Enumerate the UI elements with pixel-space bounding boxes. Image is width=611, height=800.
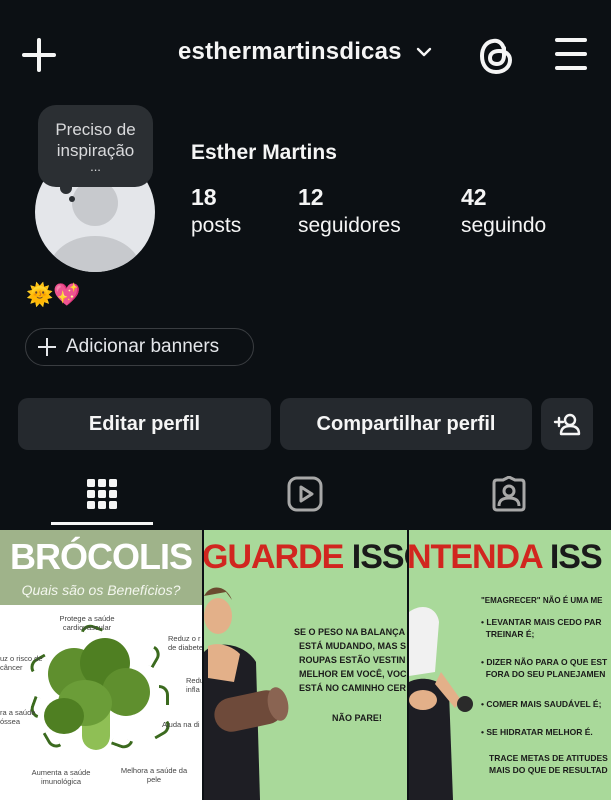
post-subtitle: Quais são os Benefícios? — [21, 582, 181, 598]
arrow-icon — [159, 685, 169, 705]
post-thumbnail-entenda-isso[interactable]: NTENDA ISS "EMAGRECER" NÃO É UMA ME • LE… — [409, 530, 611, 800]
add-banners-button[interactable]: Adicionar banners — [25, 328, 254, 366]
post-thumbnail-brocolis[interactable]: BRÓCOLIS Quais são os Benefícios? Proteg… — [0, 530, 202, 800]
stat-posts-label: posts — [191, 214, 242, 237]
tab-posts-grid[interactable] — [51, 462, 153, 526]
benefit-label: Ajuda na di — [162, 720, 200, 729]
stat-following-label: seguindo — [461, 214, 547, 237]
grid-icon — [87, 479, 117, 509]
stat-followers-label: seguidores — [298, 214, 401, 237]
stat-following[interactable]: 42 seguindo — [461, 183, 546, 241]
arrow-icon — [144, 645, 164, 669]
add-person-icon — [553, 413, 581, 436]
benefit-label: ra a saúde óssea — [0, 708, 36, 726]
post-text-line: FORA DO SEU PLANEJAMEN — [481, 669, 606, 679]
bio-emojis: 🌞💖 — [26, 282, 81, 307]
post-thumbnail-guarde-isso[interactable]: GUARDE ISSO. SE O PESO NA BALANÇA ESTÁ M… — [204, 530, 407, 800]
post-text-line: ESTÁ MUDANDO, MAS S — [299, 641, 407, 651]
edit-profile-button[interactable]: Editar perfil — [18, 398, 271, 450]
post-text-line: MELHOR EM VOCÊ, VOC — [299, 669, 407, 679]
top-bar: esthermartinsdicas — [0, 0, 611, 110]
post-text-line: • COMER MAIS SAUDÁVEL É; — [481, 699, 602, 709]
arrow-icon — [110, 734, 134, 752]
share-profile-label: Compartilhar perfil — [316, 412, 496, 435]
benefit-label: Reduz o r de diabete — [168, 634, 202, 652]
note-bubble-tail-small — [69, 196, 75, 202]
reels-icon — [287, 476, 323, 512]
stat-followers-count: 12 — [298, 184, 324, 210]
hamburger-menu-icon[interactable] — [553, 37, 589, 71]
discover-people-button[interactable] — [541, 398, 593, 450]
note-text-line1: Preciso de — [55, 120, 136, 139]
stat-posts-count: 18 — [191, 184, 217, 210]
post-text-line: MAIS DO QUE DE RESULTAD — [489, 765, 608, 775]
note-ellipsis: ... — [90, 159, 101, 174]
post-text-line: TREINAR É; — [481, 629, 535, 639]
plus-icon — [38, 338, 56, 356]
stat-followers[interactable]: 12 seguidores — [298, 183, 401, 241]
threads-icon[interactable] — [476, 34, 516, 78]
benefit-label: Protege a saúde cardiovascular — [59, 614, 115, 632]
woman-with-mat-illustration — [204, 587, 289, 800]
tab-reels[interactable] — [254, 462, 356, 526]
note-text-line2: inspiração — [56, 141, 135, 160]
edit-profile-label: Editar perfil — [88, 412, 201, 435]
active-tab-indicator — [51, 522, 153, 525]
post-text-line: "EMAGRECER" NÃO É UMA ME — [481, 596, 603, 605]
username[interactable]: esthermartinsdicas — [178, 38, 402, 66]
woman-with-towel-illustration — [409, 607, 473, 800]
post-text-line: ESTÁ NO CAMINHO CER — [299, 683, 407, 693]
avatar-body-shape — [49, 236, 141, 272]
post-title: NTENDA ISS — [409, 538, 603, 576]
share-profile-button[interactable]: Compartilhar perfil — [280, 398, 532, 450]
stat-posts[interactable]: 18 posts — [191, 183, 241, 241]
create-plus-icon[interactable] — [20, 36, 58, 74]
benefit-label: Redu infla — [186, 676, 202, 694]
post-title: BRÓCOLIS — [9, 536, 193, 577]
benefit-label: uz o risco de câncer — [0, 654, 43, 672]
post-text-line: ROUPAS ESTÃO VESTIN — [299, 655, 406, 665]
tab-tagged[interactable] — [458, 462, 560, 526]
stat-following-count: 42 — [461, 184, 487, 210]
add-banners-label: Adicionar banners — [66, 336, 220, 357]
chevron-down-icon[interactable] — [416, 44, 432, 60]
account-switcher[interactable]: esthermartinsdicas — [178, 38, 432, 66]
benefit-label: Aumenta a saúde imunológica — [31, 768, 91, 786]
benefit-label: Melhora a saúde da pele — [120, 766, 188, 784]
display-name: Esther Martins — [191, 141, 337, 164]
post-title: GUARDE ISSO. — [204, 538, 407, 576]
post-text-line: SE O PESO NA BALANÇA — [294, 627, 406, 637]
note-bubble[interactable]: Preciso de inspiração ... — [38, 105, 153, 187]
tagged-icon — [492, 476, 526, 512]
post-text-line: NÃO PARE! — [332, 713, 382, 723]
post-text-line: • SE HIDRATAR MELHOR É. — [481, 727, 593, 737]
